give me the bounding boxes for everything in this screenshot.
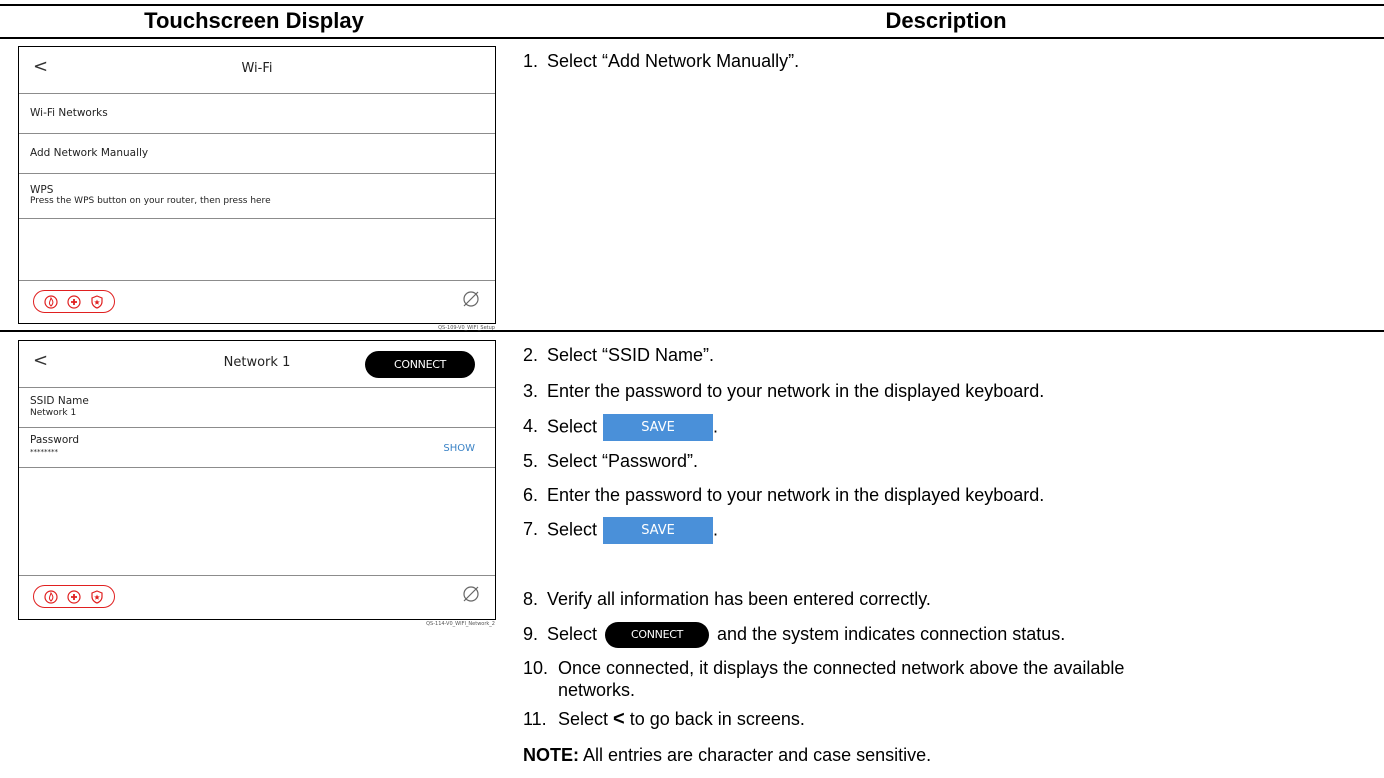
show-password-button[interactable]: SHOW (443, 443, 475, 455)
police-badge-icon (91, 589, 103, 604)
wps-subtitle: Press the WPS button on your router, the… (30, 196, 271, 206)
screen-footer (19, 281, 495, 321)
step-8: 8. Verify all information has been entere… (523, 588, 931, 610)
column-header-description: Description (885, 8, 1007, 33)
save-button-illustration: SAVE (603, 517, 714, 544)
wps-title: WPS (30, 184, 54, 196)
step-1: 1. Select “Add Network Manually”. (523, 50, 799, 72)
step-3: 3. Enter the password to your network in … (523, 380, 1044, 402)
step-text: Select (547, 623, 598, 644)
step-text: networks. (558, 680, 636, 700)
screen-titlebar: < Network 1 CONNECT (19, 341, 495, 388)
wifi-screen: < Wi-Fi Wi-Fi Networks Add Network Manua… (18, 46, 496, 331)
step-number: 9. (523, 623, 539, 644)
figure-caption: QS-114-V0_WIFI_Network_2 (426, 621, 495, 627)
step-punct: . (713, 519, 719, 540)
step-text: Select “Password”. (547, 451, 699, 471)
ssid-field[interactable]: SSID Name Network 1 (19, 388, 495, 428)
police-badge-icon (91, 294, 103, 309)
step-number: 7. (523, 519, 539, 540)
row-divider-rule (0, 330, 1384, 332)
emergency-buttons[interactable] (33, 585, 115, 608)
column-header-touchscreen: Touchscreen Display (144, 8, 364, 33)
step-2: 2. Select “SSID Name”. (523, 344, 714, 366)
step-text: Select (558, 709, 609, 729)
note-text: All entries are character and case sensi… (583, 745, 932, 765)
ssid-value: Network 1 (30, 408, 77, 418)
step-6: 6. Enter the password to your network in … (523, 484, 1044, 506)
step-text: Select “SSID Name”. (547, 345, 715, 365)
connect-button-illustration: CONNECT (605, 622, 710, 648)
step-number: 8. (523, 589, 539, 609)
step-text-continued: to go back in screens. (629, 709, 805, 729)
step-text-continued: and the system indicates connection stat… (717, 623, 1066, 644)
list-item-label: Add Network Manually (30, 147, 149, 159)
save-button-illustration: SAVE (603, 414, 714, 441)
screen-titlebar: < Wi-Fi (19, 47, 495, 94)
step-text: Enter the password to your network in th… (547, 381, 1045, 401)
medical-cross-icon (67, 589, 81, 604)
top-rule (0, 4, 1384, 6)
nfc-disabled-icon[interactable] (461, 584, 481, 604)
step-text: Once connected, it displays the connecte… (558, 658, 1125, 678)
back-chevron-icon: < (613, 708, 625, 730)
step-11: 11. Select < to go back in screens. (523, 708, 805, 730)
note: NOTE: All entries are character and case… (523, 744, 931, 766)
step-text: Select (547, 416, 598, 437)
screen-footer (19, 576, 495, 616)
list-item-label: Wi-Fi Networks (30, 107, 108, 119)
step-number: 4. (523, 416, 539, 437)
step-punct: . (713, 416, 719, 437)
figure-caption: QS-109-V0_WIFI_Setup (438, 325, 495, 331)
step-number: 2. (523, 345, 539, 365)
medical-cross-icon (67, 294, 81, 309)
password-field[interactable]: Password ******** SHOW (19, 428, 495, 468)
step-10-line-2: networks. (558, 679, 635, 701)
list-item-wifi-networks[interactable]: Wi-Fi Networks (19, 94, 495, 134)
step-number: 6. (523, 485, 539, 505)
step-5: 5. Select “Password”. (523, 450, 698, 472)
list-item-wps[interactable]: WPS Press the WPS button on your router,… (19, 174, 495, 219)
empty-area (19, 468, 495, 576)
step-number: 5. (523, 451, 539, 471)
connect-button[interactable]: CONNECT (365, 351, 475, 378)
emergency-buttons[interactable] (33, 290, 115, 313)
step-number: 10. (523, 658, 549, 678)
step-text: Select (547, 519, 598, 540)
empty-area (19, 219, 495, 281)
flame-icon (44, 294, 58, 309)
password-value: ******** (30, 448, 58, 456)
list-item-add-network-manually[interactable]: Add Network Manually (19, 134, 495, 174)
nfc-disabled-icon[interactable] (461, 289, 481, 309)
step-10: 10. Once connected, it displays the conne… (523, 657, 1124, 679)
step-text: Enter the password to your network in th… (547, 485, 1045, 505)
flame-icon (44, 589, 58, 604)
network-screen: < Network 1 CONNECT SSID Name Network 1 … (18, 340, 496, 627)
password-label: Password (30, 434, 80, 446)
step-text: Verify all information has been entered … (547, 589, 931, 609)
step-number: 1. (523, 51, 539, 71)
ssid-label: SSID Name (30, 395, 89, 407)
screen-title: Wi-Fi (241, 61, 273, 76)
step-number: 3. (523, 381, 539, 401)
note-label: NOTE: (523, 745, 579, 765)
step-text: Select “Add Network Manually”. (547, 51, 800, 71)
step-number: 11. (523, 709, 547, 729)
step-4: 4. Select SAVE. (523, 414, 718, 441)
header-rule (0, 37, 1384, 39)
step-9: 9. Select CONNECT and the system indicates … (523, 622, 1065, 648)
step-7: 7. Select SAVE. (523, 517, 718, 544)
